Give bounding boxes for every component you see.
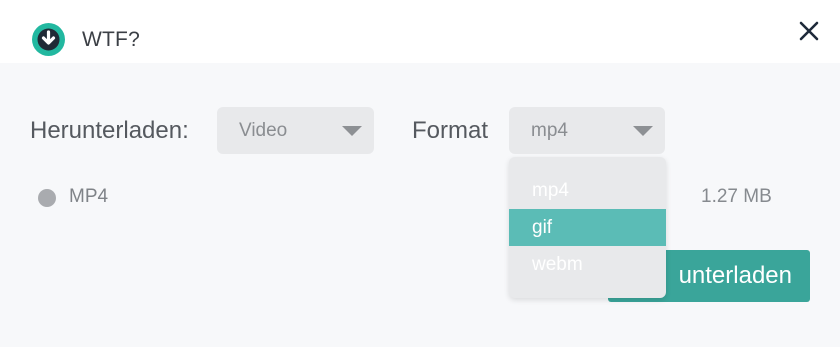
download-type-label: Herunterladen: [30, 117, 189, 144]
format-option-label: gif [532, 217, 553, 238]
app-title: WTF? [82, 28, 140, 51]
close-icon[interactable] [798, 20, 820, 42]
format-option-gif[interactable]: gif [509, 209, 666, 246]
format-option-mp4[interactable]: mp4 [509, 172, 666, 209]
format-option-webm[interactable]: webm [509, 246, 666, 283]
format-option-label: webm [532, 254, 583, 275]
title-bar: WTF? [0, 0, 840, 63]
file-radio[interactable] [38, 189, 56, 207]
type-select[interactable]: Video [217, 107, 374, 154]
type-select-value: Video [239, 120, 288, 141]
format-select[interactable]: mp4 [509, 107, 665, 154]
download-circle-icon [32, 23, 65, 56]
format-dropdown-menu: mp4 gif webm [509, 157, 666, 298]
file-radio-label: MP4 [69, 186, 109, 207]
format-label: Format [412, 117, 489, 144]
format-select-value: mp4 [531, 120, 568, 141]
file-size: 1.27 MB [701, 186, 772, 207]
caret-down-icon [633, 126, 653, 136]
caret-down-icon [342, 126, 362, 136]
format-option-label: mp4 [532, 180, 569, 201]
